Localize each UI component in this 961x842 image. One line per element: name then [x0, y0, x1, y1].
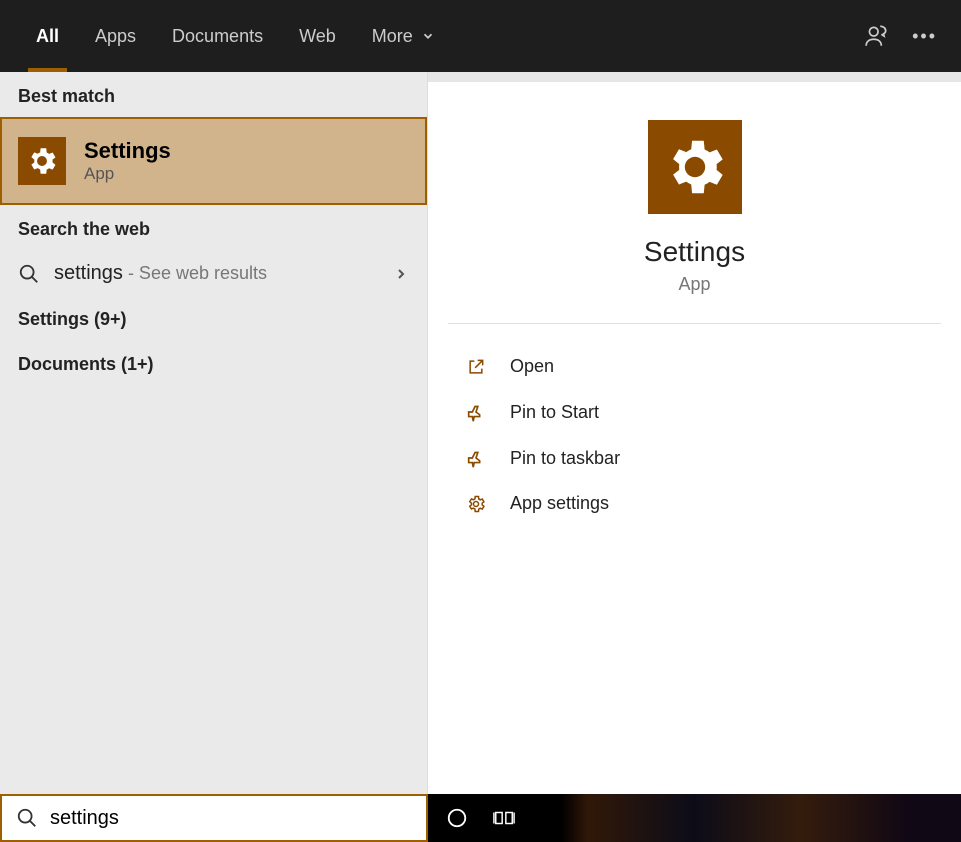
results-panel: Best match Settings App Search the web s… — [0, 72, 428, 794]
best-match-sub: App — [84, 164, 171, 184]
action-label: Pin to Start — [510, 402, 599, 423]
chevron-down-icon — [421, 29, 435, 43]
best-match-label: Best match — [0, 72, 427, 117]
feedback-icon[interactable] — [864, 23, 890, 49]
action-pin-start[interactable]: Pin to Start — [464, 389, 925, 435]
search-input[interactable] — [50, 807, 412, 830]
web-result-text: settings - See web results — [54, 262, 267, 285]
open-icon — [464, 357, 488, 377]
gear-icon — [18, 137, 66, 185]
chevron-right-icon — [393, 266, 409, 282]
category-documents[interactable]: Documents (1+) — [0, 342, 427, 387]
action-pin-taskbar[interactable]: Pin to taskbar — [464, 435, 925, 481]
cortana-icon[interactable] — [446, 807, 468, 829]
header-actions: ••• — [864, 23, 943, 49]
tab-documents[interactable]: Documents — [154, 0, 281, 72]
taskbar — [0, 794, 961, 842]
main-content: Best match Settings App Search the web s… — [0, 72, 961, 794]
web-result-row[interactable]: settings - See web results — [0, 250, 427, 297]
search-header: All Apps Documents Web More ••• — [0, 0, 961, 72]
category-settings[interactable]: Settings (9+) — [0, 297, 427, 342]
pin-icon — [464, 401, 488, 423]
search-box[interactable] — [0, 794, 428, 842]
action-label: App settings — [510, 493, 609, 514]
search-icon — [16, 807, 38, 829]
tab-more-label: More — [372, 26, 413, 47]
taskbar-apps — [428, 794, 961, 842]
best-match-title: Settings — [84, 138, 171, 164]
action-open[interactable]: Open — [464, 344, 925, 389]
action-list: Open Pin to Start Pin to taskbar App set… — [428, 324, 961, 546]
details-sub: App — [678, 274, 710, 295]
web-hint: - See web results — [123, 263, 267, 283]
task-view-icon[interactable] — [492, 807, 516, 829]
search-web-label: Search the web — [0, 205, 427, 250]
tab-web[interactable]: Web — [281, 0, 354, 72]
more-options-icon[interactable]: ••• — [912, 26, 937, 47]
gear-icon — [464, 494, 488, 514]
action-label: Open — [510, 356, 554, 377]
best-match-text: Settings App — [84, 138, 171, 184]
details-title: Settings — [644, 236, 745, 268]
action-label: Pin to taskbar — [510, 448, 620, 469]
details-panel: Settings App Open Pin to Start Pin to — [428, 82, 961, 794]
web-query: settings — [54, 262, 123, 284]
tab-all[interactable]: All — [18, 0, 77, 72]
action-app-settings[interactable]: App settings — [464, 481, 925, 526]
search-icon — [18, 263, 40, 285]
filter-tabs: All Apps Documents Web More — [18, 0, 453, 72]
tab-apps[interactable]: Apps — [77, 0, 154, 72]
details-hero: Settings App — [448, 82, 941, 324]
tab-more[interactable]: More — [354, 0, 453, 72]
pin-icon — [464, 447, 488, 469]
best-match-item[interactable]: Settings App — [0, 117, 427, 205]
gear-icon — [648, 120, 742, 214]
